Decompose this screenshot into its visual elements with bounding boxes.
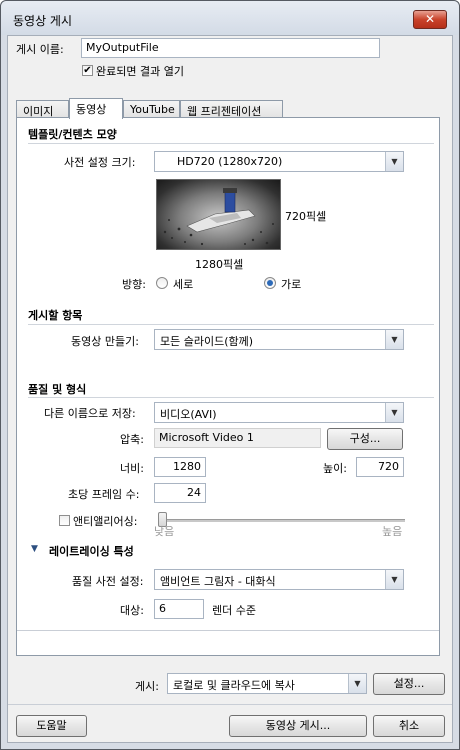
radio-selected-dot (267, 280, 273, 286)
width-input[interactable]: 1280 (154, 457, 206, 477)
tab-movie[interactable]: 동영상 (69, 98, 123, 119)
aircraft-model-image (163, 188, 274, 246)
fps-input[interactable]: 24 (154, 483, 206, 503)
window-title: 동영상 게시 (13, 14, 73, 28)
movie-tab-panel: 템플릿/컨텐츠 모양 사전 설정 크기: HD720 (1280x720) ▼ (16, 117, 440, 656)
title-bar: 동영상 게시 ✕ (1, 1, 459, 35)
preview-thumbnail (156, 179, 281, 250)
cancel-button[interactable]: 취소 (373, 715, 445, 737)
tab-youtube[interactable]: YouTube (123, 100, 180, 118)
publish-items-divider (28, 324, 434, 325)
height-input[interactable]: 720 (356, 457, 404, 477)
panel-bottom-divider (17, 630, 439, 631)
tab-image[interactable]: 이미지 (16, 100, 69, 118)
landscape-label: 가로 (281, 278, 302, 291)
fps-label: 초당 프레임 수: (68, 488, 140, 501)
chevron-down-icon: ▼ (385, 570, 403, 589)
target-unit-label: 렌더 수준 (212, 604, 256, 617)
save-as-label: 다른 이름으로 저장: (44, 407, 136, 420)
publish-name-label: 게시 이름: (16, 43, 64, 56)
settings-button[interactable]: 설정... (373, 673, 445, 695)
target-input[interactable]: 6 (154, 599, 204, 619)
chevron-down-icon: ▼ (385, 330, 403, 349)
dialog-body: 게시 이름: MyOutputFile ✔ 완료되면 결과 열기 이미지 동영상… (7, 35, 453, 743)
portrait-label: 세로 (173, 278, 194, 291)
publish-destination-dropdown[interactable]: 로컬로 및 클라우드에 복사 ▼ (167, 673, 367, 694)
quality-preset-dropdown[interactable]: 앰비언트 그림자 - 대화식 ▼ (154, 569, 404, 590)
template-divider (28, 143, 434, 144)
portrait-radio[interactable] (156, 277, 168, 289)
configure-button[interactable]: 구성... (327, 428, 403, 450)
width-pixels-caption: 1280픽셀 (195, 258, 244, 271)
save-as-dropdown[interactable]: 비디오(AVI) ▼ (154, 402, 404, 423)
antialias-checkbox[interactable] (59, 515, 70, 526)
compression-value: Microsoft Video 1 (154, 428, 321, 448)
make-movie-label: 동영상 만들기: (71, 335, 139, 348)
publish-movie-button[interactable]: 동영상 게시... (229, 715, 367, 737)
antialias-low-label: 낮음 (154, 525, 175, 538)
close-icon: ✕ (424, 12, 436, 26)
chevron-down-icon: ▼ (385, 152, 403, 171)
publish-items-section-title: 게시할 항목 (28, 309, 83, 322)
height-pixels-caption: 720픽셀 (285, 210, 327, 223)
chevron-down-icon: ▼ (385, 403, 403, 422)
checkmark-icon: ✔ (83, 65, 92, 76)
quality-preset-label: 품질 사전 설정: (72, 575, 144, 588)
tab-web-presentation[interactable]: 웹 프리젠테이션 (180, 100, 283, 118)
orientation-label: 방향: (122, 278, 146, 291)
help-button[interactable]: 도움말 (16, 715, 87, 737)
preset-size-label: 사전 설정 크기: (64, 156, 136, 169)
quality-divider (28, 397, 434, 398)
publish-name-input[interactable]: MyOutputFile (81, 38, 380, 58)
publish-movie-dialog: 동영상 게시 ✕ 게시 이름: MyOutputFile ✔ 완료되면 결과 열… (0, 0, 460, 750)
target-label: 대상: (120, 604, 144, 617)
antialias-high-label: 높음 (382, 525, 403, 538)
chevron-down-icon: ▼ (348, 674, 366, 693)
width-label: 너비: (120, 462, 144, 475)
open-when-done-label: 완료되면 결과 열기 (96, 65, 184, 78)
compression-label: 압축: (120, 433, 144, 446)
landscape-radio[interactable] (264, 277, 276, 289)
close-button[interactable]: ✕ (413, 10, 447, 29)
antialias-slider-track (160, 519, 405, 522)
open-when-done-checkbox[interactable]: ✔ (82, 65, 93, 76)
publish-destination-label: 게시: (135, 680, 159, 693)
antialias-label: 앤티앨리어싱: (73, 515, 138, 528)
template-section-title: 템플릿/컨텐츠 모양 (28, 128, 117, 141)
preset-size-dropdown[interactable]: HD720 (1280x720) ▼ (154, 151, 404, 172)
make-movie-dropdown[interactable]: 모든 슬라이드(함께) ▼ (154, 329, 404, 350)
triangle-down-icon[interactable]: ▼ (31, 544, 38, 554)
quality-section-title: 품질 및 형식 (28, 383, 87, 396)
footer-divider (8, 704, 452, 705)
raytracing-section-title[interactable]: 레이트레이싱 특성 (49, 543, 134, 559)
height-label: 높이: (323, 462, 347, 475)
